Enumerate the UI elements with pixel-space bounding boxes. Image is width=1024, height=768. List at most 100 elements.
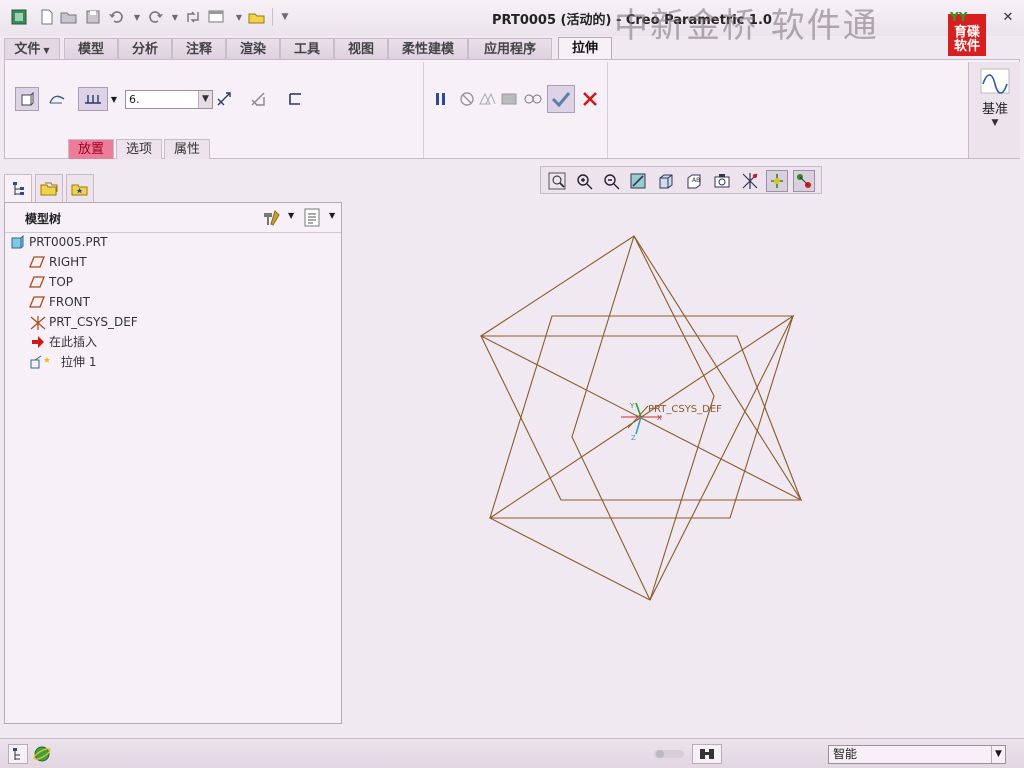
- tab-applications[interactable]: 应用程序: [468, 38, 552, 60]
- saved-orientations-icon[interactable]: AB: [683, 170, 705, 192]
- confirm-button[interactable]: [547, 85, 575, 113]
- tab-folder-browser[interactable]: [35, 174, 63, 202]
- windows-icon[interactable]: [208, 8, 226, 26]
- tree-item-label: 拉伸 1: [61, 355, 97, 369]
- remove-material-button[interactable]: [246, 87, 270, 111]
- new-icon[interactable]: [38, 8, 56, 26]
- open-icon[interactable]: [60, 8, 78, 26]
- logo-badge: YY: [950, 10, 968, 24]
- tree-item-part[interactable]: PRT0005.PRT: [5, 232, 341, 252]
- close-window-icon[interactable]: [248, 8, 266, 26]
- find-icon[interactable]: [692, 744, 722, 764]
- sketch-triangle-1: [479, 235, 803, 502]
- tab-extrude[interactable]: 拉伸: [558, 37, 612, 61]
- show-icon[interactable]: [303, 208, 321, 231]
- chevron-down-icon[interactable]: ▼: [991, 746, 1005, 763]
- cancel-button[interactable]: [578, 87, 602, 111]
- tree-item-csys[interactable]: PRT_CSYS_DEF: [5, 312, 341, 332]
- graphics-canvas[interactable]: PRT_CSYS_DEF X Y Z: [344, 196, 1020, 736]
- status-bar: 智能 ▼: [0, 738, 1024, 768]
- depth-value-input[interactable]: 6. ▼: [125, 90, 213, 109]
- separator: [272, 8, 273, 26]
- datum-curve-icon: [980, 68, 1010, 97]
- tree-item-label: PRT0005.PRT: [29, 235, 108, 249]
- tree-item-top[interactable]: TOP: [5, 272, 341, 292]
- subtab-placement[interactable]: 放置: [68, 139, 114, 159]
- annotation-display-icon[interactable]: [793, 170, 815, 192]
- flip-direction-button[interactable]: [212, 87, 236, 111]
- extrude-ribbon: ▼ 6. ▼ 放置 选项 属性 基准 ▼: [4, 59, 1020, 159]
- chevron-down-icon[interactable]: ▼: [288, 211, 294, 220]
- view-manager-icon[interactable]: [711, 170, 733, 192]
- progress-indicator: [654, 750, 684, 758]
- tab-file[interactable]: 文件 ▼: [4, 38, 60, 60]
- chevron-down-icon[interactable]: ▼: [198, 91, 212, 108]
- thicken-sketch-button[interactable]: [283, 87, 307, 111]
- filter-value: 智能: [833, 747, 858, 761]
- tab-tools[interactable]: 工具: [280, 38, 334, 60]
- zoom-in-icon[interactable]: [573, 170, 595, 192]
- selection-filter-select[interactable]: 智能 ▼: [828, 745, 1006, 764]
- tab-view[interactable]: 视图: [334, 38, 388, 60]
- verify-preview-icon[interactable]: [521, 87, 545, 111]
- customize-icon[interactable]: ▼: [276, 8, 294, 26]
- tree-item-label: FRONT: [49, 295, 90, 309]
- tab-model-tree[interactable]: [4, 174, 32, 202]
- regenerate-icon[interactable]: [184, 8, 202, 26]
- redo-icon[interactable]: [146, 8, 164, 26]
- settings-icon[interactable]: [261, 209, 281, 230]
- undo-dropdown-icon[interactable]: ▼: [128, 8, 146, 26]
- redo-dropdown-icon[interactable]: ▼: [166, 8, 184, 26]
- pause-button[interactable]: [429, 87, 453, 111]
- datum-label: 基准: [981, 102, 1008, 117]
- sketch-triangle-2: [488, 314, 795, 601]
- spin-center-icon[interactable]: [766, 170, 788, 192]
- repaint-icon[interactable]: [627, 170, 649, 192]
- datum-plane-icon: [29, 255, 45, 269]
- detached-preview-icon[interactable]: [497, 87, 521, 111]
- axis-y-label: Y: [629, 402, 635, 410]
- datum-display-filters-icon[interactable]: [739, 170, 761, 192]
- depth-options-dropdown-icon[interactable]: ▼: [107, 87, 121, 111]
- title-bar: ▼ ▼ ▼ ▼ PRT0005 (活动的) - Creo Parametric …: [0, 0, 1024, 56]
- browser-toggle-icon[interactable]: [32, 744, 52, 764]
- navigator-tabs: [4, 172, 100, 202]
- depth-blind-button[interactable]: [78, 87, 108, 111]
- tree-item-extrude[interactable]: 拉伸 1: [5, 352, 341, 372]
- zoom-out-icon[interactable]: [600, 170, 622, 192]
- datum-group[interactable]: 基准 ▼: [968, 62, 1020, 158]
- chevron-down-icon: ▼: [991, 118, 999, 128]
- refit-icon[interactable]: [546, 170, 568, 192]
- subtab-properties[interactable]: 属性: [164, 139, 210, 159]
- save-icon[interactable]: [84, 8, 102, 26]
- tree-item-front[interactable]: FRONT: [5, 292, 341, 312]
- extrude-solid-button[interactable]: [15, 87, 39, 111]
- chevron-down-icon: ▼: [43, 46, 50, 55]
- windows-dropdown-icon[interactable]: ▼: [230, 8, 248, 26]
- separator: [423, 62, 424, 158]
- tab-analysis[interactable]: 分析: [118, 38, 172, 60]
- tab-model[interactable]: 模型: [64, 38, 118, 60]
- display-style-icon[interactable]: [655, 170, 677, 192]
- tree-item-insert-here[interactable]: 在此插入: [5, 332, 341, 352]
- close-icon[interactable]: ✕: [1000, 10, 1016, 26]
- tab-flexible-modeling[interactable]: 柔性建模: [388, 38, 468, 60]
- ribbon-tabs: 文件 ▼ 模型 分析 注释 渲染 工具 视图 柔性建模 应用程序 拉伸: [0, 36, 1024, 61]
- tab-render[interactable]: 渲染: [226, 38, 280, 60]
- model-tree-header: 模型树 ▼ ▼: [5, 203, 341, 233]
- tree-item-label: PRT_CSYS_DEF: [49, 315, 138, 329]
- tab-annotate[interactable]: 注释: [172, 38, 226, 60]
- tree-item-right[interactable]: RIGHT: [5, 252, 341, 272]
- tab-favorites[interactable]: [66, 174, 94, 202]
- subtab-options[interactable]: 选项: [116, 139, 162, 159]
- datum-plane-icon: [29, 295, 45, 309]
- datum-plane-icon: [29, 275, 45, 289]
- axis-z-label: Z: [631, 434, 636, 442]
- navigator-toggle-icon[interactable]: [8, 744, 28, 764]
- app-icon[interactable]: [10, 8, 28, 26]
- extrude-surface-button[interactable]: [45, 87, 69, 111]
- undo-icon[interactable]: [108, 8, 126, 26]
- tree-item-label: 在此插入: [49, 335, 98, 349]
- attached-preview-icon[interactable]: [475, 87, 499, 111]
- chevron-down-icon[interactable]: ▼: [329, 211, 335, 220]
